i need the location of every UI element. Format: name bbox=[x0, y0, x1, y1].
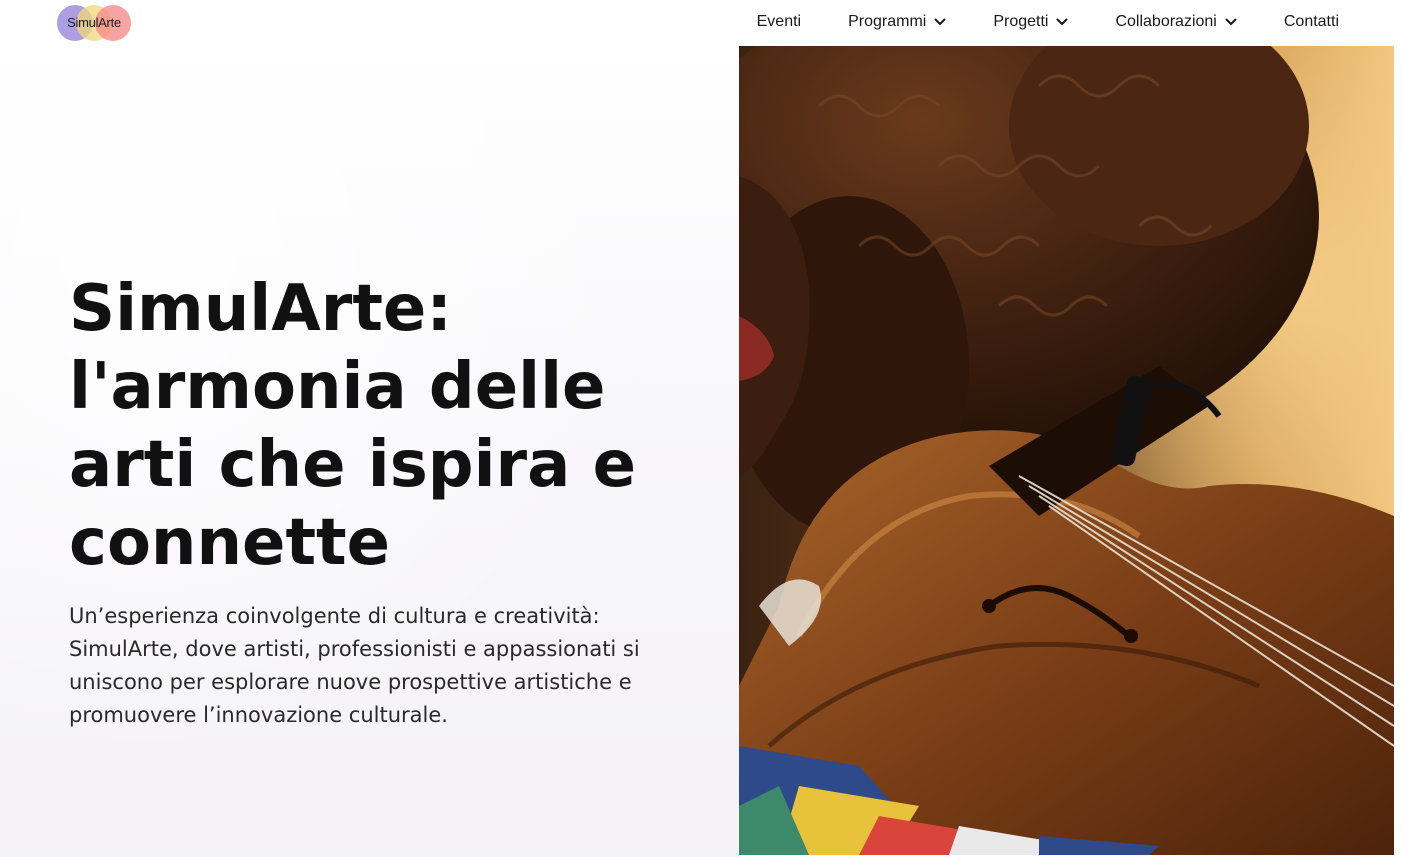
simularte-logo[interactable]: SimulArte bbox=[56, 4, 132, 42]
main-nav: Eventi Programmi Progetti Collaborazioni… bbox=[757, 0, 1339, 44]
nav-item-label: Eventi bbox=[756, 13, 802, 30]
hero-subtitle-line: uniscono per esplorare nuove prospettive… bbox=[69, 670, 632, 694]
hero-subtitle-line: Un’esperienza coinvolgente di cultura e … bbox=[69, 604, 600, 628]
hero-subtitle: Un’esperienza coinvolgente di cultura e … bbox=[69, 600, 669, 732]
hero-subtitle-line: SimulArte, dove artisti, professionisti … bbox=[69, 637, 640, 661]
nav-item-label: Collaborazioni bbox=[1115, 13, 1217, 30]
nav-item-progetti[interactable]: Progetti bbox=[993, 13, 1068, 31]
hero-title-line: arti che ispira e bbox=[69, 428, 636, 502]
hero-subtitle-line: promuovere l’innovazione culturale. bbox=[69, 703, 448, 727]
nav-item-label: Progetti bbox=[993, 13, 1049, 30]
site-header: SimulArte Eventi Programmi Progetti Coll… bbox=[0, 0, 1401, 46]
violinist-photo bbox=[739, 46, 1394, 855]
hero-title-line: l'armonia delle bbox=[69, 350, 606, 424]
hero-title: SimulArte: l'armonia delle arti che ispi… bbox=[69, 270, 689, 582]
nav-item-contatti[interactable]: Contatti bbox=[1284, 13, 1339, 31]
chevron-down-icon[interactable] bbox=[1225, 18, 1237, 26]
nav-item-programmi[interactable]: Programmi bbox=[848, 13, 946, 31]
chevron-down-icon[interactable] bbox=[934, 18, 946, 26]
nav-item-label: Contatti bbox=[1283, 13, 1339, 30]
hero-title-line: SimulArte: bbox=[69, 272, 452, 346]
logo-text: SimulArte bbox=[67, 15, 121, 30]
hero-title-line: connette bbox=[69, 506, 391, 580]
nav-item-eventi[interactable]: Eventi bbox=[757, 13, 801, 31]
nav-item-collaborazioni[interactable]: Collaborazioni bbox=[1115, 13, 1237, 31]
nav-item-label: Programmi bbox=[848, 13, 927, 30]
chevron-down-icon[interactable] bbox=[1056, 18, 1068, 26]
